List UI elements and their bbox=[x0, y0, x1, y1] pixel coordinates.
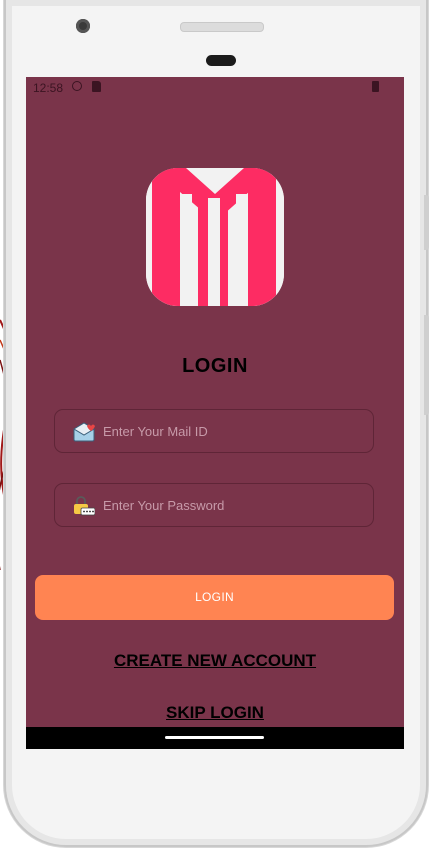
password-input[interactable] bbox=[103, 484, 363, 526]
app-screen: 12:58 LOGIN Enter Your Mail ID LOGIN CRE… bbox=[26, 77, 404, 749]
sd-card-icon bbox=[92, 81, 101, 92]
status-bar: 12:58 bbox=[26, 77, 404, 99]
password-field[interactable] bbox=[54, 483, 374, 527]
volume-button bbox=[424, 195, 429, 250]
front-camera bbox=[76, 19, 90, 33]
email-field[interactable] bbox=[54, 409, 374, 453]
envelope-heart-icon bbox=[73, 422, 95, 442]
lock-password-icon bbox=[73, 496, 96, 516]
app-logo bbox=[146, 168, 284, 306]
proximity-sensor bbox=[206, 55, 236, 66]
power-button bbox=[424, 315, 429, 415]
status-time: 12:58 bbox=[33, 81, 64, 95]
login-button[interactable]: LOGIN bbox=[35, 575, 394, 620]
navigation-bar bbox=[26, 727, 404, 749]
home-indicator[interactable] bbox=[165, 736, 264, 739]
skip-login-link[interactable]: SKIP LOGIN bbox=[26, 703, 404, 723]
m-logo-icon bbox=[146, 168, 284, 306]
battery-icon bbox=[372, 81, 379, 92]
page-title: LOGIN bbox=[182, 355, 248, 377]
create-account-link[interactable]: CREATE NEW ACCOUNT bbox=[26, 651, 404, 671]
email-input[interactable] bbox=[103, 410, 363, 452]
earpiece-speaker bbox=[180, 22, 264, 32]
sync-icon bbox=[72, 81, 82, 91]
